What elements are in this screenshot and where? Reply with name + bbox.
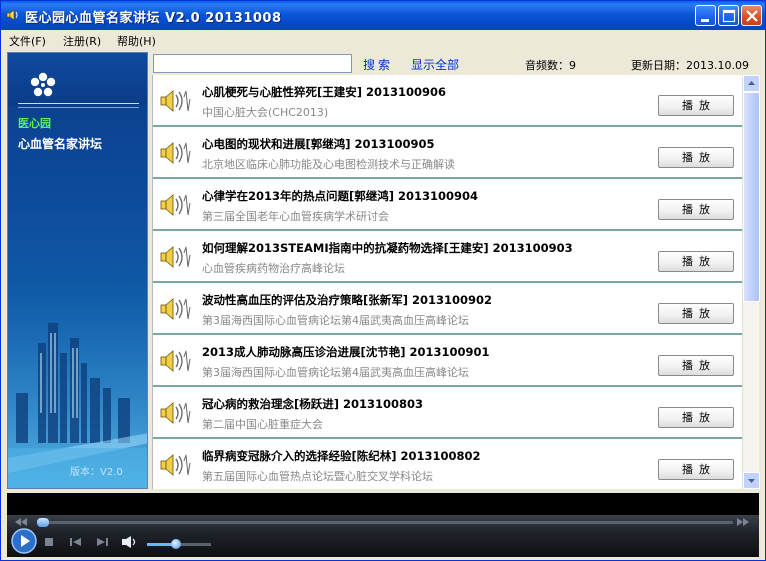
speaker-sound-wave-icon [160,142,191,164]
list-item: 波动性高血压的评估及治疗策略[张新军] 2013100902 第3届海西国际心血… [153,283,742,335]
search-button[interactable]: 搜索 [363,56,393,73]
list-item: 心电图的现状和进展[郭继鸿] 2013100905 北京地区临床心肺功能及心电图… [153,127,742,179]
title-bar[interactable]: 医心园心血管名家讲坛 V2.0 20131008 [1,1,765,30]
lecture-title: 冠心病的救治理念[杨跃进] 2013100803 [202,397,424,411]
flower-logo-icon [30,72,56,97]
speaker-sound-wave-icon [160,298,191,320]
play-button[interactable]: 播放 [658,355,734,376]
lecture-title: 心电图的现状和进展[郭继鸿] 2013100905 [202,137,435,151]
volume-icon[interactable] [121,535,139,549]
chevron-up-icon [748,81,755,85]
lecture-subtitle: 第3届海西国际心血管病论坛第4届武夷高血压高峰论坛 [202,366,469,379]
lecture-subtitle: 心血管疾病药物治疗高峰论坛 [202,262,345,275]
minimize-icon [701,19,709,22]
brand-name: 医心园 [18,117,51,130]
speaker-sound-wave-icon [160,454,191,476]
fast-forward-icon[interactable] [735,517,751,527]
lecture-title: 心律学在2013年的热点问题[郭继鸿] 2013100904 [202,189,479,203]
video-area [7,493,759,515]
audio-count: 音频数：9 [525,59,576,72]
menu-register[interactable]: 注册(R) [63,33,101,49]
list-item: 冠心病的救治理念[杨跃进] 2013100803 第二届中国心脏重症大会 播放 [153,387,742,439]
lecture-subtitle: 第五届国际心血管热点论坛暨心脏交叉学科论坛 [202,470,433,483]
seek-bar[interactable] [37,521,733,524]
play-button[interactable]: 播放 [658,95,734,116]
media-player [7,493,759,557]
lecture-title: 如何理解2013STEAMI指南中的抗凝药物选择[王建安] 2013100903 [202,241,573,255]
city-skyline-image [8,283,147,488]
maximize-icon [722,9,736,23]
speaker-sound-wave-icon [160,90,191,112]
lecture-title: 波动性高血压的评估及治疗策略[张新军] 2013100902 [202,293,493,307]
player-controls [7,515,759,557]
play-button[interactable]: 播放 [658,251,734,272]
list-item: 心肌梗死与心脏性猝死[王建安] 2013100906 中国心脏大会(CHC201… [153,75,742,127]
minimize-button[interactable] [695,5,716,26]
sidebar-panel: 医心园 心血管名家讲坛 版本：V2.0 [7,52,148,489]
brand-subtitle: 心血管名家讲坛 [18,137,103,151]
menu-bar: 文件(F) 注册(R) 帮助(H) [1,30,765,49]
lecture-title: 2013成人肺动脉高压诊治进展[沈节艳] 2013100901 [202,345,490,359]
speaker-icon [6,9,18,21]
volume-thumb[interactable] [170,539,181,549]
divider [18,103,139,104]
lecture-subtitle: 第二届中国心脏重症大会 [202,418,323,431]
app-window: 医心园心血管名家讲坛 V2.0 20131008 文件(F) 注册(R) 帮助(… [0,0,766,561]
speaker-sound-wave-icon [160,246,191,268]
menu-help[interactable]: 帮助(H) [117,33,156,49]
rewind-icon[interactable] [13,517,29,527]
close-button[interactable] [741,5,762,26]
list-item: 临界病变冠脉介入的选择经验[陈纪林] 2013100802 第五届国际心血管热点… [153,439,742,489]
menu-file[interactable]: 文件(F) [9,33,46,49]
play-button[interactable]: 播放 [658,459,734,480]
scroll-thumb[interactable] [743,92,760,302]
window-title: 医心园心血管名家讲坛 V2.0 20131008 [25,11,282,26]
list-item: 2013成人肺动脉高压诊治进展[沈节艳] 2013100901 第3届海西国际心… [153,335,742,387]
show-all-button[interactable]: 显示全部 [411,56,459,73]
play-button[interactable]: 播放 [658,199,734,220]
speaker-sound-wave-icon [160,350,191,372]
play-button[interactable]: 播放 [658,147,734,168]
close-icon [746,10,758,22]
lecture-list: 心肌梗死与心脏性猝死[王建安] 2013100906 中国心脏大会(CHC201… [152,75,742,489]
divider [18,107,139,108]
stop-icon[interactable] [44,537,54,547]
lecture-title: 临界病变冠脉介入的选择经验[陈纪林] 2013100802 [202,449,481,463]
chevron-down-icon [748,479,755,483]
previous-icon[interactable] [69,537,83,547]
list-item: 心律学在2013年的热点问题[郭继鸿] 2013100904 第三届全国老年心血… [153,179,742,231]
version-label: 版本：V2.0 [70,467,123,478]
play-button[interactable]: 播放 [658,303,734,324]
lecture-subtitle: 中国心脏大会(CHC2013) [202,106,329,119]
list-scrollbar[interactable] [742,75,760,489]
speaker-sound-wave-icon [160,402,191,424]
play-icon[interactable] [11,528,37,554]
lecture-subtitle: 第3届海西国际心血管病论坛第4届武夷高血压高峰论坛 [202,314,469,327]
lecture-subtitle: 第三届全国老年心血管疾病学术研讨会 [202,210,389,223]
scroll-down-button[interactable] [743,472,760,489]
play-button[interactable]: 播放 [658,407,734,428]
maximize-button[interactable] [718,5,739,26]
lecture-subtitle: 北京地区临床心肺功能及心电图检测技术与正确解读 [202,158,455,171]
next-icon[interactable] [95,537,109,547]
update-date: 更新日期：2013.10.09 [631,59,749,72]
list-item: 如何理解2013STEAMI指南中的抗凝药物选择[王建安] 2013100903… [153,231,742,283]
lecture-title: 心肌梗死与心脏性猝死[王建安] 2013100906 [202,85,447,99]
scroll-up-button[interactable] [743,75,760,92]
search-input[interactable] [153,54,352,73]
seek-thumb[interactable] [37,518,49,527]
speaker-sound-wave-icon [160,194,191,216]
